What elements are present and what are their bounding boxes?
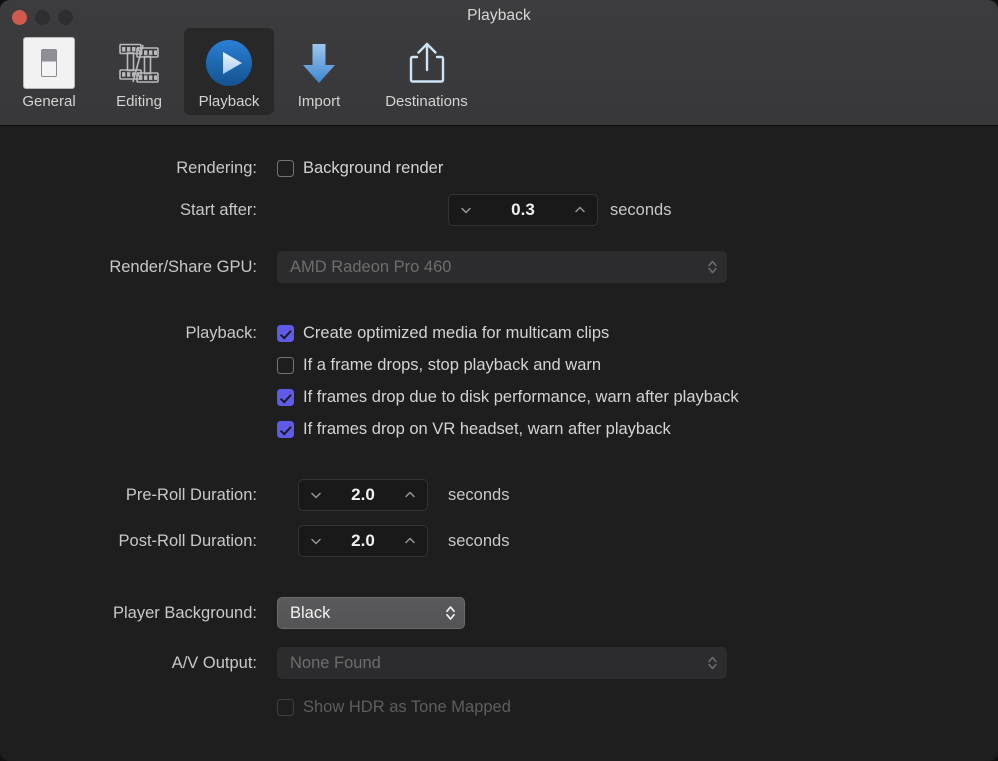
- preferences-content: Rendering: Background render Start after…: [0, 126, 998, 761]
- playback-option-1-box[interactable]: [277, 357, 294, 374]
- toolbar-tab-destinations-label: Destinations: [385, 93, 468, 110]
- playback-option-3[interactable]: If frames drop on VR headset, warn after…: [277, 420, 671, 439]
- player-background-popup[interactable]: Black: [277, 597, 465, 629]
- background-render-checkbox[interactable]: Background render: [277, 159, 443, 178]
- chevron-down-icon[interactable]: [309, 488, 323, 502]
- playback-option-1[interactable]: If a frame drops, stop playback and warn: [277, 356, 601, 375]
- chevron-up-icon[interactable]: [403, 534, 417, 548]
- start-after-units: seconds: [610, 200, 672, 219]
- chevron-up-icon[interactable]: [573, 203, 587, 217]
- playback-option-3-label: If frames drop on VR headset, warn after…: [303, 420, 671, 438]
- rendering-label: Rendering:: [176, 159, 257, 177]
- row-av-output: A/V Output: None Found: [0, 647, 727, 679]
- post-roll-label: Post-Roll Duration:: [118, 531, 257, 550]
- row-playback-option-0: Playback: Create optimized media for mul…: [0, 324, 609, 343]
- row-player-background: Player Background: Black: [0, 597, 465, 629]
- toolbar-tab-editing[interactable]: Editing: [94, 28, 184, 115]
- playback-option-2[interactable]: If frames drop due to disk performance, …: [277, 388, 739, 407]
- toolbar-tab-playback-label: Playback: [198, 93, 260, 110]
- post-roll-value[interactable]: 2.0: [323, 531, 403, 551]
- share-export-icon: [398, 34, 456, 92]
- pre-roll-label: Pre-Roll Duration:: [125, 485, 257, 504]
- render-share-gpu-label: Render/Share GPU:: [109, 257, 257, 276]
- row-show-hdr: . Show HDR as Tone Mapped: [0, 698, 511, 717]
- row-start-after: Start after: 0.3 seconds: [0, 194, 671, 226]
- show-hdr-checkbox[interactable]: Show HDR as Tone Mapped: [277, 698, 511, 717]
- row-playback-option-1: . If a frame drops, stop playback and wa…: [0, 356, 601, 375]
- chevron-down-icon[interactable]: [309, 534, 323, 548]
- playback-option-0[interactable]: Create optimized media for multicam clip…: [277, 324, 609, 343]
- window-titlebar: Playback General Editing Playback Import…: [0, 0, 998, 126]
- player-background-label: Player Background:: [113, 603, 257, 622]
- post-roll-stepper[interactable]: 2.0: [298, 525, 428, 557]
- playback-option-3-box[interactable]: [277, 421, 294, 438]
- toolbar-tab-editing-label: Editing: [116, 93, 162, 110]
- pre-roll-value[interactable]: 2.0: [323, 485, 403, 505]
- render-share-gpu-value: AMD Radeon Pro 460: [290, 257, 452, 276]
- show-hdr-checkbox-box[interactable]: [277, 699, 294, 716]
- playback-option-2-label: If frames drop due to disk performance, …: [303, 388, 739, 406]
- player-background-value: Black: [290, 603, 331, 622]
- chevron-up-down-icon: [708, 656, 717, 670]
- background-render-checkbox-box[interactable]: [277, 160, 294, 177]
- toolbar-tab-general[interactable]: General: [4, 28, 94, 115]
- toolbar-tab-playback[interactable]: Playback: [184, 28, 274, 115]
- toolbar-tab-import-label: Import: [297, 93, 341, 110]
- general-toggle-icon: [20, 34, 78, 92]
- av-output-label: A/V Output:: [171, 653, 257, 672]
- av-output-value: None Found: [290, 653, 381, 672]
- row-playback-option-3: . If frames drop on VR headset, warn aft…: [0, 420, 671, 439]
- av-output-popup[interactable]: None Found: [277, 647, 727, 679]
- film-strip-icon: [110, 34, 168, 92]
- download-arrow-icon: [290, 34, 348, 92]
- playback-option-2-box[interactable]: [277, 389, 294, 406]
- start-after-stepper[interactable]: 0.3: [448, 194, 598, 226]
- row-rendering: Rendering: Background render: [0, 159, 443, 178]
- playback-option-0-box[interactable]: [277, 325, 294, 342]
- pre-roll-units: seconds: [448, 485, 510, 504]
- playback-option-1-label: If a frame drops, stop playback and warn: [303, 356, 602, 374]
- background-render-label: Background render: [303, 159, 444, 177]
- playback-option-0-label: Create optimized media for multicam clip…: [303, 324, 610, 342]
- play-circle-icon: [200, 34, 258, 92]
- preferences-toolbar: General Editing Playback Import Destinat…: [4, 28, 489, 115]
- start-after-value[interactable]: 0.3: [473, 200, 573, 220]
- window-title: Playback: [467, 7, 531, 24]
- chevron-up-icon[interactable]: [403, 488, 417, 502]
- chevron-up-down-icon: [446, 606, 455, 620]
- row-post-roll: Post-Roll Duration: 2.0 seconds: [0, 525, 509, 557]
- pre-roll-stepper[interactable]: 2.0: [298, 479, 428, 511]
- row-render-share-gpu: Render/Share GPU: AMD Radeon Pro 460: [0, 251, 727, 283]
- render-share-gpu-popup[interactable]: AMD Radeon Pro 460: [277, 251, 727, 283]
- toolbar-tab-general-label: General: [22, 93, 76, 110]
- start-after-label: Start after:: [179, 200, 257, 219]
- toolbar-tab-import[interactable]: Import: [274, 28, 364, 115]
- row-pre-roll: Pre-Roll Duration: 2.0 seconds: [0, 479, 509, 511]
- playback-label: Playback:: [185, 324, 257, 342]
- preferences-window: Playback General Editing Playback Import…: [0, 0, 998, 761]
- show-hdr-label: Show HDR as Tone Mapped: [303, 698, 511, 716]
- toolbar-tab-destinations[interactable]: Destinations: [364, 28, 489, 115]
- chevron-up-down-icon: [708, 260, 717, 274]
- row-playback-option-2: . If frames drop due to disk performance…: [0, 388, 739, 407]
- post-roll-units: seconds: [448, 531, 510, 550]
- chevron-down-icon[interactable]: [459, 203, 473, 217]
